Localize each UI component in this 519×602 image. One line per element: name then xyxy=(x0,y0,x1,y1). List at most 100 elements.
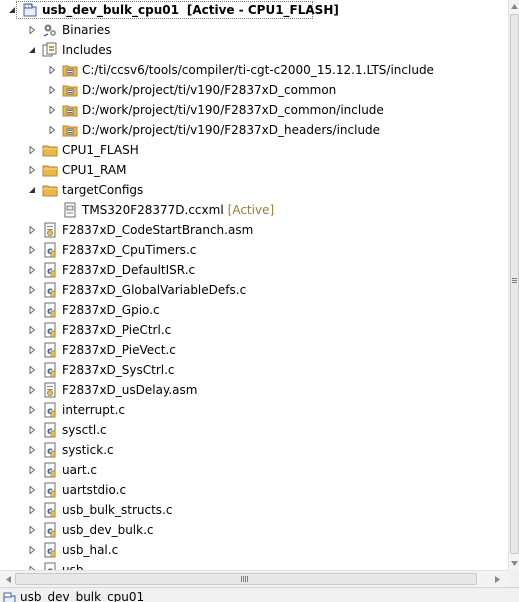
expand-arrow-icon[interactable] xyxy=(26,480,38,500)
tree-item-uartstdio[interactable]: c uartstdio.c xyxy=(0,480,508,500)
expand-arrow-icon[interactable] xyxy=(46,60,58,80)
expand-arrow-icon[interactable] xyxy=(46,100,58,120)
tree-item-label: usb_hal.c xyxy=(62,540,118,560)
scroll-down-arrow-icon[interactable] xyxy=(510,556,519,570)
tree-item-codestartbranch[interactable]: F2837xD_CodeStartBranch.asm xyxy=(0,220,508,240)
horizontal-scroll-thumb[interactable] xyxy=(15,573,477,585)
tree-item-ccxml[interactable]: TMS320F28377D.ccxml [Active] xyxy=(0,200,508,220)
tree-item-gpio[interactable]: c F2837xD_Gpio.c xyxy=(0,300,508,320)
tree-item-label: F2837xD_PieVect.c xyxy=(62,340,176,360)
status-bar: usb_dev_bulk_cpu01 xyxy=(0,587,519,602)
c-source-file-icon: c xyxy=(42,542,58,558)
tree-item-text: Binaries xyxy=(62,23,111,37)
expand-arrow-icon[interactable] xyxy=(26,420,38,440)
tree-item-text: F2837xD_GlobalVariableDefs.c xyxy=(62,283,247,297)
tree-item-include-common-include[interactable]: D:/work/project/ti/v190/F2837xD_common/i… xyxy=(0,100,508,120)
expand-arrow-icon[interactable] xyxy=(26,140,38,160)
expand-arrow-icon[interactable] xyxy=(26,160,38,180)
tree-item-text: F2837xD_DefaultISR.c xyxy=(62,263,196,277)
scroll-right-arrow-icon[interactable] xyxy=(492,573,504,586)
expand-arrow-icon[interactable] xyxy=(26,220,38,240)
expand-arrow-icon[interactable] xyxy=(26,400,38,420)
grip-icon xyxy=(241,576,248,582)
tree-item-label: CPU1_RAM xyxy=(62,160,126,180)
tree-item-pievect[interactable]: c F2837xD_PieVect.c xyxy=(0,340,508,360)
tree-item-usb-hal[interactable]: c usb_hal.c xyxy=(0,540,508,560)
c-source-file-icon: c xyxy=(42,362,58,378)
tree-item-piectrl[interactable]: c F2837xD_PieCtrl.c xyxy=(0,320,508,340)
expand-arrow-icon[interactable] xyxy=(26,560,38,570)
tree-item-label: D:/work/project/ti/v190/F2837xD_common xyxy=(82,80,336,100)
vertical-scrollbar[interactable] xyxy=(508,0,519,570)
tree-item-label: F2837xD_Gpio.c xyxy=(62,300,160,320)
tree-item-text: F2837xD_PieVect.c xyxy=(62,343,176,357)
expand-arrow-icon[interactable] xyxy=(26,460,38,480)
tree-item-usb-bulk-structs[interactable]: c usb_bulk_structs.c xyxy=(0,500,508,520)
c-source-file-icon: c xyxy=(42,482,58,498)
tree-item-uart[interactable]: c uart.c xyxy=(0,460,508,480)
svg-text:CCS: CCS xyxy=(25,4,34,9)
tree-item-sysctrl[interactable]: c F2837xD_SysCtrl.c xyxy=(0,360,508,380)
tree-item-sysctl[interactable]: c sysctl.c xyxy=(0,420,508,440)
c-source-file-icon: c xyxy=(42,422,58,438)
tree-item-include-headers[interactable]: D:/work/project/ti/v190/F2837xD_headers/… xyxy=(0,120,508,140)
c-source-file-icon: c xyxy=(42,322,58,338)
expand-arrow-icon[interactable] xyxy=(26,540,38,560)
scroll-up-arrow-icon[interactable] xyxy=(510,0,519,14)
expand-arrow-icon[interactable] xyxy=(26,500,38,520)
tree-item-partial[interactable]: c usb... xyxy=(0,560,508,570)
tree-item-systick[interactable]: c systick.c xyxy=(0,440,508,460)
expand-arrow-icon[interactable] xyxy=(46,80,58,100)
expand-arrow-icon[interactable] xyxy=(26,380,38,400)
expand-arrow-icon[interactable] xyxy=(26,520,38,540)
tree-item-text: CPU1_RAM xyxy=(62,163,127,177)
tree-item-label: Binaries xyxy=(62,20,110,40)
tree-item-globalvariabledefs[interactable]: c F2837xD_GlobalVariableDefs.c xyxy=(0,280,508,300)
tree-item-label: F2837xD_CodeStartBranch.asm xyxy=(62,220,253,240)
tree-item-cputimers[interactable]: c F2837xD_CpuTimers.c xyxy=(0,240,508,260)
tree-item-label: uart.c xyxy=(62,460,97,480)
tree-item-text: D:/work/project/ti/v190/F2837xD_common/i… xyxy=(82,103,384,117)
horizontal-scrollbar[interactable] xyxy=(0,570,508,587)
tree-item-targetconfigs[interactable]: targetConfigs xyxy=(0,180,508,200)
expand-arrow-icon[interactable] xyxy=(26,320,38,340)
expand-arrow-icon[interactable] xyxy=(26,20,38,40)
vertical-scroll-thumb[interactable] xyxy=(510,14,519,554)
tree-item-include-common[interactable]: D:/work/project/ti/v190/F2837xD_common xyxy=(0,80,508,100)
expand-arrow-icon[interactable] xyxy=(26,360,38,380)
tree-item-text: usb_bulk_structs.c xyxy=(62,503,173,517)
project-explorer-tree[interactable]: CCS usb_dev_bulk_cpu01 [Active - CPU1_FL… xyxy=(0,0,508,570)
tree-item-root[interactable]: CCS usb_dev_bulk_cpu01 [Active - CPU1_FL… xyxy=(0,0,508,20)
collapse-arrow-icon[interactable] xyxy=(26,180,38,200)
include-folder-icon xyxy=(62,82,78,98)
expand-arrow-icon[interactable] xyxy=(26,340,38,360)
tree-item-interrupt[interactable]: c interrupt.c xyxy=(0,400,508,420)
tree-item-text: uartstdio.c xyxy=(62,483,127,497)
tree-item-text: CPU1_FLASH xyxy=(62,143,139,157)
tree-item-text: F2837xD_PieCtrl.c xyxy=(62,323,172,337)
c-source-file-icon: c xyxy=(42,442,58,458)
expand-arrow-icon[interactable] xyxy=(26,240,38,260)
tree-item-defaultisr[interactable]: c F2837xD_DefaultISR.c xyxy=(0,260,508,280)
expand-arrow-icon[interactable] xyxy=(26,300,38,320)
tree-item-cpu1-flash[interactable]: CPU1_FLASH xyxy=(0,140,508,160)
tree-item-cpu1-ram[interactable]: CPU1_RAM xyxy=(0,160,508,180)
active-config-badge: [Active] xyxy=(227,203,275,217)
tree-item-text: F2837xD_usDelay.asm xyxy=(62,383,198,397)
tree-item-usdelay[interactable]: F2837xD_usDelay.asm xyxy=(0,380,508,400)
scroll-left-arrow-icon[interactable] xyxy=(2,573,14,586)
expand-arrow-icon[interactable] xyxy=(26,280,38,300)
tree-item-include-compiler[interactable]: C:/ti/ccsv6/tools/compiler/ti-cgt-c2000_… xyxy=(0,60,508,80)
expand-arrow-icon[interactable] xyxy=(26,260,38,280)
tree-item-text: C:/ti/ccsv6/tools/compiler/ti-cgt-c2000_… xyxy=(82,63,434,77)
c-source-file-icon: c xyxy=(42,462,58,478)
tree-item-usb-dev-bulk[interactable]: c usb_dev_bulk.c xyxy=(0,520,508,540)
tree-item-includes[interactable]: Includes xyxy=(0,40,508,60)
tree-item-label: usb... xyxy=(62,560,95,570)
root-label: usb_dev_bulk_cpu01 [Active - CPU1_FLASH] xyxy=(42,0,339,20)
collapse-arrow-icon[interactable] xyxy=(26,40,38,60)
status-bar-label: usb_dev_bulk_cpu01 xyxy=(20,590,145,602)
tree-item-binaries[interactable]: Binaries xyxy=(0,20,508,40)
expand-arrow-icon[interactable] xyxy=(46,120,58,140)
expand-arrow-icon[interactable] xyxy=(26,440,38,460)
